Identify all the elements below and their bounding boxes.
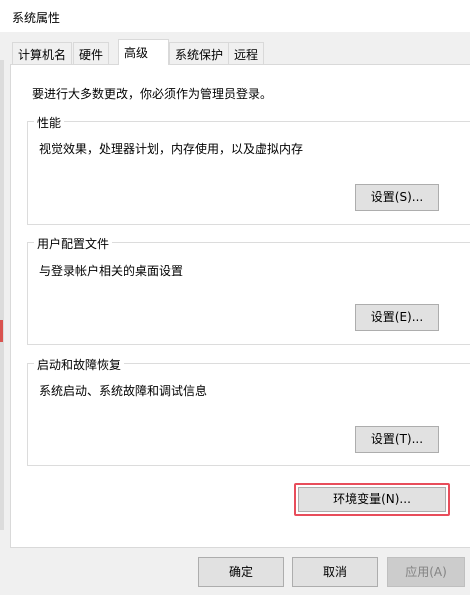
environment-variables-button[interactable]: 环境变量(N)... (298, 487, 446, 512)
ok-button[interactable]: 确定 (198, 557, 284, 587)
background-window-strip (0, 60, 4, 530)
startup-recovery-settings-button[interactable]: 设置(T)... (355, 426, 439, 453)
tab-system-protection[interactable]: 系统保护 (169, 42, 230, 64)
admin-notice: 要进行大多数更改，你必须作为管理员登录。 (32, 87, 273, 101)
tab-advanced[interactable]: 高级 (118, 39, 169, 65)
user-profiles-settings-button[interactable]: 设置(E)... (355, 304, 439, 331)
user-profiles-group: 用户配置文件 与登录帐户相关的桌面设置 设置(E)... (27, 235, 470, 345)
performance-group-title: 性能 (34, 114, 65, 131)
apply-button[interactable]: 应用(A) (387, 557, 465, 587)
tab-hardware[interactable]: 硬件 (73, 42, 110, 64)
startup-recovery-description: 系统启动、系统故障和调试信息 (39, 384, 208, 398)
tab-remote[interactable]: 远程 (228, 42, 265, 64)
performance-group: 性能 视觉效果，处理器计划，内存使用，以及虚拟内存 设置(S)... (27, 114, 470, 225)
startup-recovery-group: 启动和故障恢复 系统启动、系统故障和调试信息 设置(T)... (27, 356, 470, 466)
window-title: 系统属性 (12, 11, 61, 25)
tab-computer-name[interactable]: 计算机名 (12, 42, 73, 64)
cancel-button[interactable]: 取消 (292, 557, 378, 587)
background-window-mark (0, 320, 3, 342)
user-profiles-description: 与登录帐户相关的桌面设置 (39, 264, 184, 278)
user-profiles-group-title: 用户配置文件 (34, 235, 113, 252)
performance-settings-button[interactable]: 设置(S)... (355, 184, 439, 211)
performance-description: 视觉效果，处理器计划，内存使用，以及虚拟内存 (39, 142, 304, 156)
title-bar: 系统属性 (0, 0, 470, 32)
startup-recovery-group-title: 启动和故障恢复 (34, 356, 125, 373)
advanced-tab-panel: 要进行大多数更改，你必须作为管理员登录。 性能 视觉效果，处理器计划，内存使用，… (10, 64, 470, 548)
